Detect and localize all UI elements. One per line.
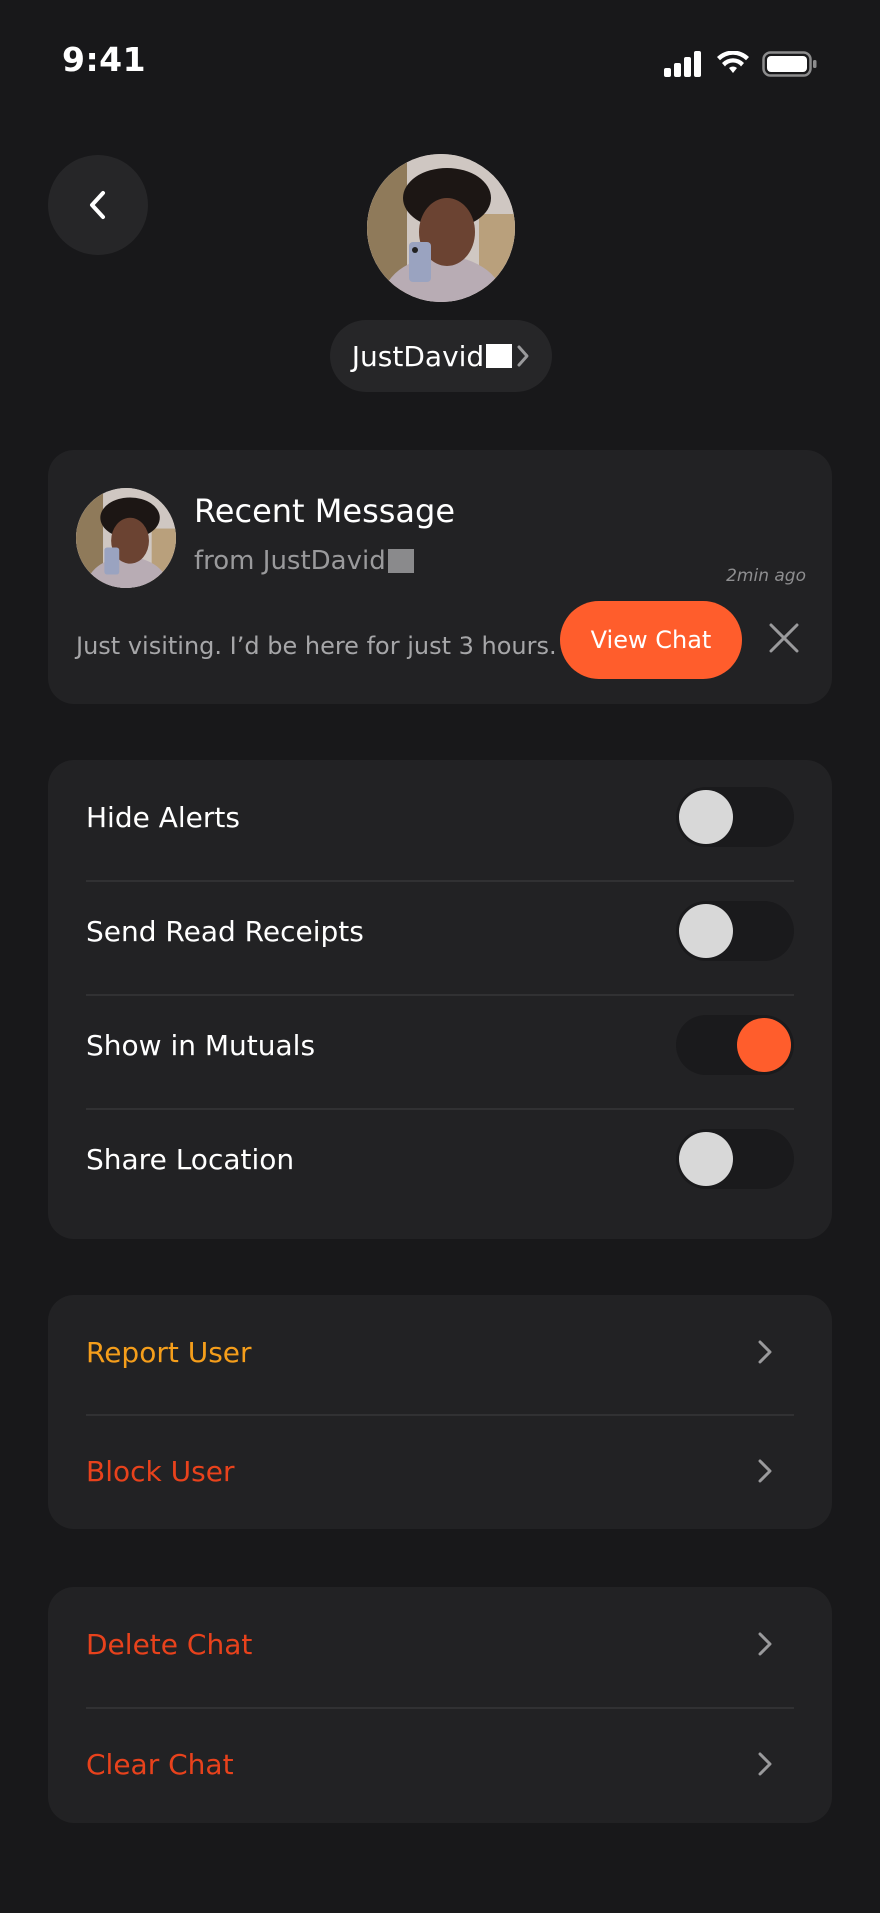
safety-actions-card: Report User Block User (48, 1295, 832, 1529)
hide-alerts-toggle[interactable] (676, 787, 794, 847)
setting-row-share-location: Share Location (86, 1102, 794, 1216)
settings-card: Hide Alerts Send Read Receipts Show in M… (48, 760, 832, 1239)
close-icon (769, 623, 799, 653)
username: JustDavid (351, 339, 485, 373)
chevron-right-icon (517, 345, 529, 367)
setting-row-show-in-mutuals: Show in Mutuals (86, 988, 794, 1102)
setting-row-send-read-receipts: Send Read Receipts (86, 874, 794, 988)
battery-icon (762, 51, 817, 77)
redacted-emoji (486, 344, 513, 368)
profile-avatar[interactable] (367, 154, 515, 302)
setting-label: Send Read Receipts (86, 914, 364, 948)
status-icons (664, 44, 818, 84)
block-user-label: Block User (86, 1454, 235, 1488)
toggle-knob (679, 1132, 733, 1186)
share-location-toggle[interactable] (676, 1129, 794, 1189)
setting-row-hide-alerts: Hide Alerts (86, 760, 794, 874)
back-button[interactable] (48, 155, 148, 255)
chevron-right-icon (758, 1459, 772, 1483)
toggle-knob (679, 904, 733, 958)
show-in-mutuals-toggle[interactable] (676, 1015, 794, 1075)
chevron-right-icon (758, 1340, 772, 1364)
toggle-knob (679, 790, 733, 844)
view-chat-button[interactable]: View Chat (560, 601, 742, 679)
sender-avatar (76, 488, 176, 588)
message-timestamp: 2min ago (726, 566, 806, 586)
recent-message-card: Recent Message from JustDavid 2min ago J… (48, 450, 832, 704)
avatar-photo (367, 154, 515, 302)
recent-message-sender: from JustDavid (194, 546, 414, 576)
clear-chat-button[interactable]: Clear Chat (86, 1707, 794, 1821)
delete-chat-label: Delete Chat (86, 1627, 253, 1661)
username-pill[interactable]: JustDavid (330, 320, 552, 392)
sender-text: from JustDavid (194, 546, 386, 576)
message-preview: Just visiting. I’d be here for just 3 ho… (76, 632, 557, 660)
report-user-label: Report User (86, 1335, 252, 1369)
clear-chat-label: Clear Chat (86, 1747, 234, 1781)
setting-label: Share Location (86, 1142, 295, 1176)
chevron-left-icon (90, 191, 105, 219)
toggle-knob (737, 1018, 791, 1072)
wifi-icon (717, 51, 749, 73)
block-user-button[interactable]: Block User (86, 1414, 794, 1528)
dismiss-button[interactable] (766, 620, 802, 656)
send-read-receipts-toggle[interactable] (676, 901, 794, 961)
redacted-emoji (387, 549, 414, 573)
avatar-photo (76, 488, 176, 588)
cellular-signal-icon (664, 51, 701, 77)
recent-message-title: Recent Message (194, 492, 456, 530)
status-time: 9:41 (62, 40, 147, 79)
chat-actions-card: Delete Chat Clear Chat (48, 1587, 832, 1823)
delete-chat-button[interactable]: Delete Chat (86, 1587, 794, 1701)
chevron-right-icon (758, 1632, 772, 1656)
report-user-button[interactable]: Report User (86, 1295, 794, 1409)
setting-label: Hide Alerts (86, 800, 240, 834)
setting-label: Show in Mutuals (86, 1028, 316, 1062)
chevron-right-icon (758, 1752, 772, 1776)
